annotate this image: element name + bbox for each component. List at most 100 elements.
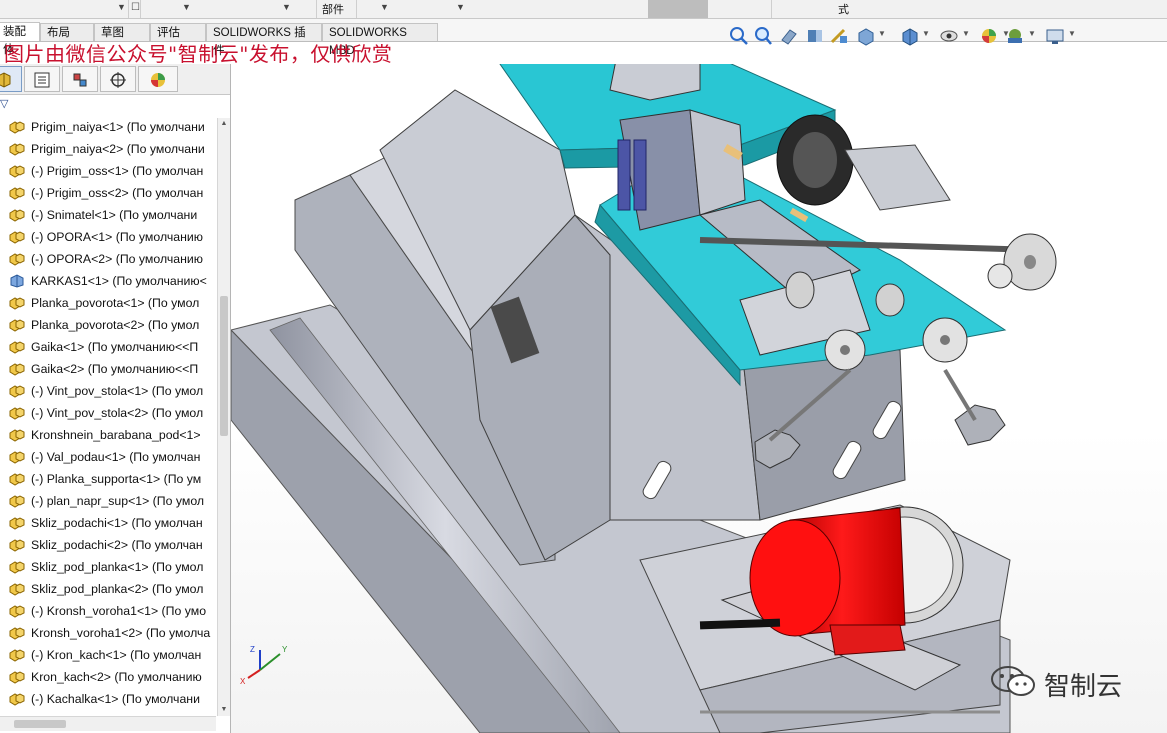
chevron-down-icon[interactable]: ▼ (962, 29, 970, 38)
tree-item[interactable]: (-) Planka_supporta<1> (По ум (0, 468, 216, 490)
scroll-up-icon[interactable]: ▲ (219, 119, 229, 129)
display-style-icon[interactable] (898, 24, 920, 48)
tree-item[interactable]: (-) Kachalka<1> (По умолчани (0, 688, 216, 710)
tree-item[interactable]: (-) OPORA<1> (По умолчанию (0, 226, 216, 248)
tree-item[interactable]: (-) Vint_pov_stola<1> (По умол (0, 380, 216, 402)
tree-item[interactable]: (-) OPORA<2> (По умолчанию (0, 248, 216, 270)
property-manager-tab-icon[interactable] (24, 66, 60, 92)
view-settings-icon[interactable] (1044, 24, 1066, 48)
tree-item-label: Kronsh_voroha1<2> (По умолча (31, 626, 211, 640)
assembly-component-icon (9, 627, 25, 640)
tree-item[interactable]: (-) Snimatel<1> (По умолчани (0, 204, 216, 226)
chevron-down-icon[interactable]: ▼ (922, 29, 930, 38)
assembly-model[interactable] (231, 64, 1167, 733)
chevron-down-icon[interactable]: ▼ (456, 2, 465, 12)
tree-item[interactable]: Kronshnein_barabana_pod<1> (0, 424, 216, 446)
checkbox-icon[interactable]: ☐ (131, 2, 140, 13)
assembly-component-icon (9, 385, 25, 398)
vertical-scrollbar[interactable]: ▲ ▼ (217, 118, 230, 716)
tree-item-label: (-) Vint_pov_stola<1> (По умол (31, 384, 204, 398)
brand-watermark: 智制云 (988, 664, 1138, 702)
tree-item-label: Prigim_naiya<1> (По умолчани (31, 120, 205, 134)
tree-item[interactable]: (-) Kronsh_voroha1<1> (По умо (0, 600, 216, 622)
tree-item-label: Skliz_podachi<2> (По умолчан (31, 538, 203, 552)
tree-item[interactable]: Skliz_podachi<1> (По умолчан (0, 512, 216, 534)
chevron-down-icon[interactable]: ▼ (380, 2, 389, 12)
triad-y-label: Y (282, 645, 288, 654)
tree-item-label: Skliz_pod_planka<1> (По умол (31, 560, 204, 574)
tree-item[interactable]: (-) Kron_kach<1> (По умолчан (0, 644, 216, 666)
section-view-icon[interactable] (804, 24, 826, 48)
assembly-component-icon (9, 253, 25, 266)
tree-item-label: Planka_povorota<1> (По умол (31, 296, 200, 310)
tree-item[interactable]: Gaika<2> (По умолчанию<<П (0, 358, 216, 380)
dynamic-annotation-icon[interactable] (828, 24, 850, 48)
view-orientation-icon[interactable] (854, 24, 876, 48)
previous-view-icon[interactable] (778, 24, 800, 48)
scroll-thumb[interactable] (220, 296, 228, 436)
feature-manager-tab-icon[interactable] (0, 66, 22, 92)
tree-item[interactable]: KARKAS1<1> (По умолчанию< (0, 270, 216, 292)
tree-item-label: Skliz_podachi<1> (По умолчан (31, 516, 203, 530)
assembly-component-icon (9, 165, 25, 178)
zoom-to-fit-icon[interactable] (728, 24, 750, 48)
tree-item-label: (-) Kronsh_voroha1<1> (По умо (31, 604, 207, 618)
assembly-component-icon (9, 605, 25, 618)
coordinate-triad: Z Y X (240, 645, 288, 686)
menu-slot[interactable] (0, 0, 129, 18)
chevron-down-icon[interactable]: ▼ (878, 29, 886, 38)
menu-style-label: 式 (838, 4, 849, 16)
tree-item[interactable]: Prigim_naiya<2> (По умолчани (0, 138, 216, 160)
assembly-component-icon (9, 407, 25, 420)
display-manager-tab-icon[interactable] (138, 66, 178, 92)
chevron-down-icon[interactable]: ▼ (1028, 29, 1036, 38)
scroll-down-icon[interactable]: ▼ (219, 705, 229, 715)
tree-item[interactable]: Prigim_naiya<1> (По умолчани (0, 116, 216, 138)
assembly-component-icon (9, 517, 25, 530)
apply-scene-icon[interactable] (1004, 24, 1026, 48)
tree-item[interactable]: Kron_kach<2> (По умолчанию (0, 666, 216, 688)
tree-item-label: (-) OPORA<2> (По умолчанию (31, 252, 203, 266)
graphics-viewport[interactable] (231, 64, 1167, 733)
tree-item-label: (-) Planka_supporta<1> (По ум (31, 472, 202, 486)
tree-item[interactable]: Planka_povorota<1> (По умол (0, 292, 216, 314)
dimxpert-tab-icon[interactable] (100, 66, 136, 92)
tree-item[interactable]: Skliz_pod_planka<2> (По умол (0, 578, 216, 600)
chevron-down-icon[interactable]: ▼ (1068, 29, 1076, 38)
chevron-down-icon[interactable]: ▼ (117, 2, 126, 12)
horizontal-scrollbar[interactable] (0, 716, 216, 731)
tree-item[interactable]: (-) plan_napr_sup<1> (По умол (0, 490, 216, 512)
tree-item[interactable]: (-) Prigim_oss<2> (По умолчан (0, 182, 216, 204)
selected-menu-slot[interactable] (648, 0, 708, 18)
assembly-component-icon (9, 539, 25, 552)
assembly-component-icon (9, 671, 25, 684)
menu-bar: ▼ ☐ ▼ ▼ 部件 ▼ ▼ 式 (0, 0, 1167, 19)
tree-item[interactable]: Skliz_pod_planka<1> (По умол (0, 556, 216, 578)
tree-item[interactable]: Kronsh_voroha1<2> (По умолча (0, 622, 216, 644)
zoom-area-icon[interactable] (752, 24, 774, 48)
tree-item-label: Gaika<1> (По умолчанию<<П (31, 340, 199, 354)
chevron-down-icon[interactable]: ▼ (282, 2, 291, 12)
assembly-component-icon (9, 429, 25, 442)
tree-item-label: (-) OPORA<1> (По умолчанию (31, 230, 203, 244)
tree-item[interactable]: (-) Val_podau<1> (По умолчан (0, 446, 216, 468)
tree-item[interactable]: (-) Prigim_oss<1> (По умолчан (0, 160, 216, 182)
tree-item[interactable]: Skliz_podachi<2> (По умолчан (0, 534, 216, 556)
tree-item[interactable]: Gaika<1> (По умолчанию<<П (0, 336, 216, 358)
tree-item-label: (-) Vint_pov_stola<2> (По умол (31, 406, 204, 420)
filter-icon[interactable]: ▽ (0, 97, 8, 110)
tree-item-label: (-) Snimatel<1> (По умолчани (31, 208, 198, 222)
assembly-component-icon (9, 341, 25, 354)
scroll-thumb[interactable] (14, 720, 66, 728)
tree-item-label: (-) Prigim_oss<1> (По умолчан (31, 164, 204, 178)
tree-item-label: Skliz_pod_planka<2> (По умол (31, 582, 204, 596)
edit-appearance-icon[interactable] (978, 24, 1000, 48)
assembly-component-icon (9, 319, 25, 332)
hide-show-icon[interactable] (938, 24, 960, 48)
chevron-down-icon[interactable]: ▼ (182, 2, 191, 12)
tree-item[interactable]: (-) Vint_pov_stola<2> (По умол (0, 402, 216, 424)
tree-item-label: KARKAS1<1> (По умолчанию< (31, 274, 207, 288)
feature-tree: Prigim_naiya<1> (По умолчани Prigim_naiya… (0, 116, 216, 730)
tree-item[interactable]: Planka_povorota<2> (По умол (0, 314, 216, 336)
configuration-manager-tab-icon[interactable] (62, 66, 98, 92)
